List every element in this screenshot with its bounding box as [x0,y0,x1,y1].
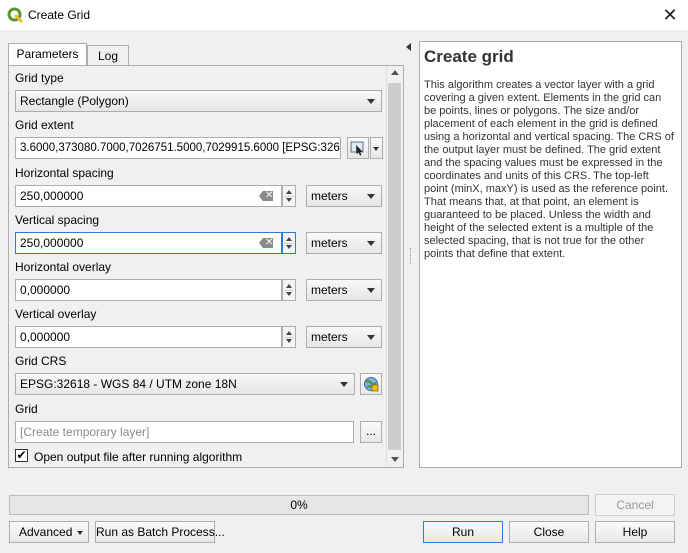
tab-log[interactable]: Log [87,45,129,67]
vertical-spacing-stepper[interactable] [282,232,296,254]
unit-value: meters [311,189,348,203]
grid-output-input[interactable]: [Create temporary layer] [15,421,354,443]
scroll-up-icon[interactable] [391,70,399,75]
splitter-handle[interactable] [410,248,412,264]
run-button[interactable]: Run [423,521,503,543]
chevron-down-icon [77,531,83,535]
open-output-checkbox[interactable]: ✔ [15,449,28,462]
chevron-down-icon [367,194,375,199]
close-button[interactable]: Close [509,521,589,543]
select-extent-icon [350,141,364,156]
advanced-label: Advanced [19,525,73,539]
horizontal-overlay-stepper[interactable] [282,279,296,301]
window-title: Create Grid [28,8,91,22]
horizontal-spacing-stepper[interactable] [282,185,296,207]
unit-value: meters [311,283,348,297]
grid-crs-select[interactable]: EPSG:32618 - WGS 84 / UTM zone 18N [15,373,355,395]
vertical-overlay-unit-select[interactable]: meters [306,326,382,348]
select-crs-button[interactable] [360,373,382,395]
chevron-down-icon [367,241,375,246]
grid-extent-label: Grid extent [15,118,74,132]
vertical-spacing-unit-select[interactable]: meters [306,232,382,254]
chevron-down-icon [367,335,375,340]
chevron-down-icon [340,382,348,387]
help-title: Create grid [424,47,514,66]
vertical-overlay-stepper[interactable] [282,326,296,348]
extent-select-button[interactable] [347,137,369,159]
help-button[interactable]: Help [595,521,675,543]
scrollbar-thumb[interactable] [388,83,401,450]
vertical-overlay-input[interactable]: 0,000000 [15,326,282,348]
title-bar [0,0,688,30]
unit-value: meters [311,236,348,250]
grid-crs-label: Grid CRS [15,354,67,368]
horizontal-overlay-unit-select[interactable]: meters [306,279,382,301]
help-description: This algorithm creates a vector layer wi… [424,79,674,260]
run-batch-button[interactable]: Run as Batch Process... [95,521,225,543]
grid-type-value: Rectangle (Polygon) [20,94,129,108]
grid-extent-input[interactable]: 3.6000,373080.7000,7026751.5000,7029915.… [15,137,341,159]
vertical-spacing-input[interactable]: 250,000000 [15,232,282,254]
grid-type-label: Grid type [15,71,64,85]
chevron-down-icon [367,99,375,104]
grid-crs-value: EPSG:32618 - WGS 84 / UTM zone 18N [20,377,237,391]
extent-menu-button[interactable] [370,137,383,159]
progress-bar: 0% [9,495,589,515]
qgis-logo-icon [7,7,23,23]
advanced-button[interactable]: Advanced [9,521,89,543]
horizontal-overlay-input[interactable]: 0,000000 [15,279,282,301]
collapse-help-icon[interactable] [406,43,411,51]
horizontal-spacing-label: Horizontal spacing [15,166,114,180]
progress-text: 0% [290,498,308,512]
grid-type-select[interactable]: Rectangle (Polygon) [15,90,382,112]
chevron-down-icon [373,147,379,151]
chevron-down-icon [367,288,375,293]
horizontal-spacing-input[interactable]: 250,000000 [15,185,282,207]
cancel-button[interactable]: Cancel [595,494,675,516]
vertical-spacing-label: Vertical spacing [15,213,100,227]
horizontal-overlay-label: Horizontal overlay [15,260,112,274]
grid-output-label: Grid [15,402,38,416]
vertical-overlay-label: Vertical overlay [15,307,97,321]
unit-value: meters [311,330,348,344]
close-window-button[interactable]: ✕ [658,4,682,26]
horizontal-spacing-unit-select[interactable]: meters [306,185,382,207]
globe-icon [364,377,379,392]
browse-output-button[interactable]: ... [360,421,382,443]
scroll-down-icon[interactable] [391,457,399,462]
tab-parameters[interactable]: Parameters [8,43,87,67]
open-output-label: Open output file after running algorithm [34,450,243,464]
